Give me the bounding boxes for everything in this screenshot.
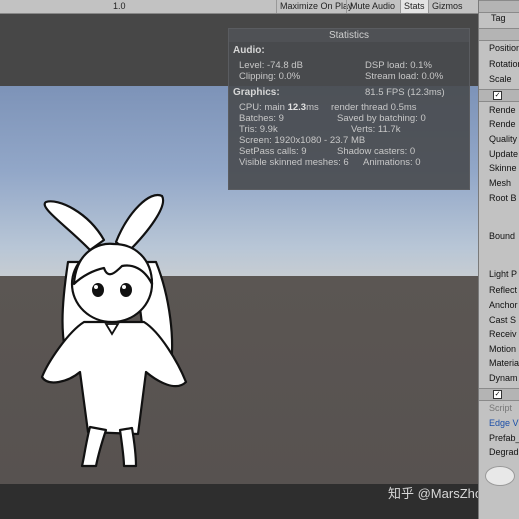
maximize-on-play-toggle[interactable]: Maximize On Play bbox=[276, 0, 356, 13]
tris-count: Tris: 9.9k bbox=[239, 124, 278, 135]
statistics-overlay: Statistics Audio: Level: -74.8 dB Clippi… bbox=[228, 28, 470, 190]
watermark-text: 知乎 @MarsZhou bbox=[388, 486, 490, 501]
stream-load: Stream load: 0.0% bbox=[365, 71, 444, 82]
cast-shadows-field[interactable]: Cast S bbox=[489, 314, 516, 326]
fps-readout: 81.5 FPS (12.3ms) bbox=[365, 87, 445, 98]
right-eye bbox=[120, 283, 132, 297]
edge-field[interactable]: Edge V bbox=[489, 417, 519, 429]
verts-count: Verts: 11.7k bbox=[351, 124, 401, 135]
visible-skinned-meshes: Visible skinned meshes: 6 bbox=[239, 157, 349, 168]
quality-field[interactable]: Quality bbox=[489, 133, 517, 145]
renderer-row-1[interactable]: Rende bbox=[489, 104, 516, 116]
position-field[interactable]: Position bbox=[489, 42, 519, 54]
script-component-header[interactable]: ✓ bbox=[479, 388, 519, 401]
game-view-toolbar: 1.0 Maximize On Play Mute Audio Stats Gi… bbox=[0, 0, 478, 14]
material-preview-sphere bbox=[485, 466, 515, 486]
skinned-field[interactable]: Skinne bbox=[489, 162, 517, 174]
audio-level: Level: -74.8 dB bbox=[239, 60, 303, 71]
rotation-field[interactable]: Rotation bbox=[489, 58, 519, 70]
materials-foldout[interactable]: Materia bbox=[489, 357, 519, 369]
root-bone-field[interactable]: Root B bbox=[489, 192, 517, 204]
scale-value[interactable]: 1.0 bbox=[110, 0, 129, 13]
script-field: Script bbox=[489, 403, 513, 413]
graphics-heading: Graphics: bbox=[233, 87, 280, 98]
setpass-calls: SetPass calls: 9 bbox=[239, 146, 307, 157]
tag-label[interactable]: Tag bbox=[491, 12, 506, 24]
batches-count: Batches: 9 bbox=[239, 113, 284, 124]
mute-audio-toggle[interactable]: Mute Audio bbox=[346, 0, 398, 13]
audio-heading: Audio: bbox=[233, 45, 265, 56]
left-leg bbox=[80, 425, 108, 468]
gizmos-dropdown[interactable]: Gizmos bbox=[428, 0, 466, 13]
right-leg bbox=[118, 426, 138, 468]
audio-clipping: Clipping: 0.0% bbox=[239, 71, 301, 82]
statistics-title: Statistics bbox=[229, 29, 469, 42]
skinned-mesh-renderer-header[interactable]: ✓ bbox=[479, 89, 519, 102]
render-thread-time: render thread 0.5ms bbox=[331, 102, 417, 113]
scale-field[interactable]: Scale bbox=[489, 73, 512, 85]
animations-count: Animations: 0 bbox=[363, 157, 421, 168]
cpu-main-time: CPU: main 12.3ms bbox=[239, 102, 319, 113]
screen-info: Screen: 1920x1080 - 23.7 MB bbox=[239, 135, 366, 146]
transform-header[interactable] bbox=[479, 28, 519, 41]
renderer-row-2[interactable]: Rende bbox=[489, 118, 516, 130]
renderer-enabled-checkbox[interactable]: ✓ bbox=[493, 91, 502, 100]
prefab-field[interactable]: Prefab_ bbox=[489, 432, 519, 444]
shadow-casters: Shadow casters: 0 bbox=[337, 146, 416, 157]
script-enabled-checkbox[interactable]: ✓ bbox=[493, 390, 502, 399]
mesh-field[interactable]: Mesh bbox=[489, 177, 511, 189]
update-field[interactable]: Update bbox=[489, 148, 518, 160]
right-ear bbox=[114, 193, 165, 254]
saved-by-batching: Saved by batching: 0 bbox=[337, 113, 426, 124]
left-ear bbox=[43, 200, 106, 252]
bounds-field[interactable]: Bound bbox=[489, 230, 515, 242]
anchor-override-field[interactable]: Anchor bbox=[489, 299, 518, 311]
game-viewport[interactable]: Statistics Audio: Level: -74.8 dB Clippi… bbox=[0, 14, 478, 484]
light-probes-field[interactable]: Light P bbox=[489, 268, 517, 280]
dynamic-occlusion-field[interactable]: Dynam bbox=[489, 372, 518, 384]
dsp-load: DSP load: 0.1% bbox=[365, 60, 432, 71]
motion-vectors-field[interactable]: Motion bbox=[489, 343, 516, 355]
left-eye bbox=[92, 283, 104, 297]
receive-shadows-field[interactable]: Receiv bbox=[489, 328, 517, 340]
degrade-field[interactable]: Degrad bbox=[489, 446, 519, 458]
stats-toggle[interactable]: Stats bbox=[400, 0, 428, 13]
reflection-probes-field[interactable]: Reflect bbox=[489, 284, 517, 296]
inspector-panel: Tag Position Rotation Scale ✓ Rende Rend… bbox=[478, 0, 519, 519]
anime-character-model bbox=[40, 193, 188, 468]
